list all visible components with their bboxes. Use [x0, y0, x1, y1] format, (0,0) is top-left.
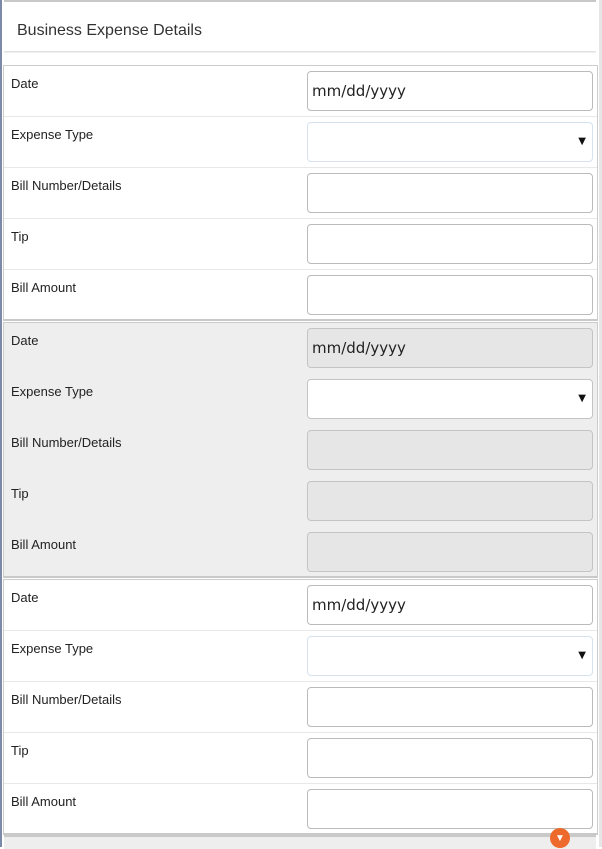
bill-number-input[interactable] [307, 430, 593, 470]
expense-type-row: Expense Type ▼ [4, 631, 597, 682]
expense-type-select[interactable]: ▼ [307, 636, 593, 676]
tip-label: Tip [11, 743, 29, 758]
bill-number-label: Bill Number/Details [11, 435, 122, 450]
bill-number-label: Bill Number/Details [11, 692, 122, 707]
date-input[interactable]: mm/dd/yyyy [307, 585, 593, 625]
bill-amount-label: Bill Amount [11, 280, 76, 295]
date-label: Date [11, 333, 38, 348]
left-border [0, 0, 2, 847]
expense-type-select[interactable]: ▼ [307, 379, 593, 419]
arrow-down-icon: ▼ [555, 833, 565, 844]
section-header: Business Expense Details [4, 2, 596, 52]
tip-label: Tip [11, 486, 29, 501]
bill-amount-label: Bill Amount [11, 794, 76, 809]
bill-number-input[interactable] [307, 173, 593, 213]
date-row: Date mm/dd/yyyy [4, 323, 597, 374]
bill-number-row: Bill Number/Details [4, 682, 597, 733]
expense-type-label: Expense Type [11, 384, 93, 399]
header-divider [4, 51, 596, 53]
bill-amount-input[interactable] [307, 532, 593, 572]
tip-row: Tip [4, 733, 597, 784]
bill-amount-label: Bill Amount [11, 537, 76, 552]
expense-type-label: Expense Type [11, 127, 93, 142]
tip-row: Tip [4, 219, 597, 270]
triangle-down-icon: ▼ [578, 123, 586, 161]
bill-number-row: Bill Number/Details [4, 168, 597, 219]
expense-type-row: Expense Type ▼ [4, 374, 597, 425]
expense-entry-2: Date mm/dd/yyyy Expense Type ▼ Bill Numb… [3, 322, 598, 578]
bill-amount-row: Bill Amount [4, 270, 597, 321]
date-label: Date [11, 590, 38, 605]
bill-number-label: Bill Number/Details [11, 178, 122, 193]
tip-row: Tip [4, 476, 597, 527]
page-title: Business Expense Details [17, 22, 202, 40]
expense-type-select[interactable]: ▼ [307, 122, 593, 162]
expense-type-row: Expense Type ▼ [4, 117, 597, 168]
date-input[interactable]: mm/dd/yyyy [307, 71, 593, 111]
expense-entry-1: Date mm/dd/yyyy Expense Type ▼ Bill Numb… [3, 65, 598, 321]
date-input[interactable]: mm/dd/yyyy [307, 328, 593, 368]
tip-label: Tip [11, 229, 29, 244]
date-label: Date [11, 76, 38, 91]
tip-input[interactable] [307, 738, 593, 778]
tip-input[interactable] [307, 224, 593, 264]
date-row: Date mm/dd/yyyy [4, 66, 597, 117]
bill-number-row: Bill Number/Details [4, 425, 597, 476]
date-row: Date mm/dd/yyyy [4, 580, 597, 631]
bill-number-input[interactable] [307, 687, 593, 727]
triangle-down-icon: ▼ [578, 637, 586, 675]
triangle-down-icon: ▼ [578, 380, 586, 418]
scroll-down-button[interactable]: ▼ [550, 828, 570, 848]
expense-type-label: Expense Type [11, 641, 93, 656]
bill-amount-input[interactable] [307, 275, 593, 315]
bill-amount-row: Bill Amount [4, 527, 597, 578]
bill-amount-input[interactable] [307, 789, 593, 829]
bill-amount-row: Bill Amount [4, 784, 597, 835]
tip-input[interactable] [307, 481, 593, 521]
expense-entry-3: Date mm/dd/yyyy Expense Type ▼ Bill Numb… [3, 579, 598, 835]
